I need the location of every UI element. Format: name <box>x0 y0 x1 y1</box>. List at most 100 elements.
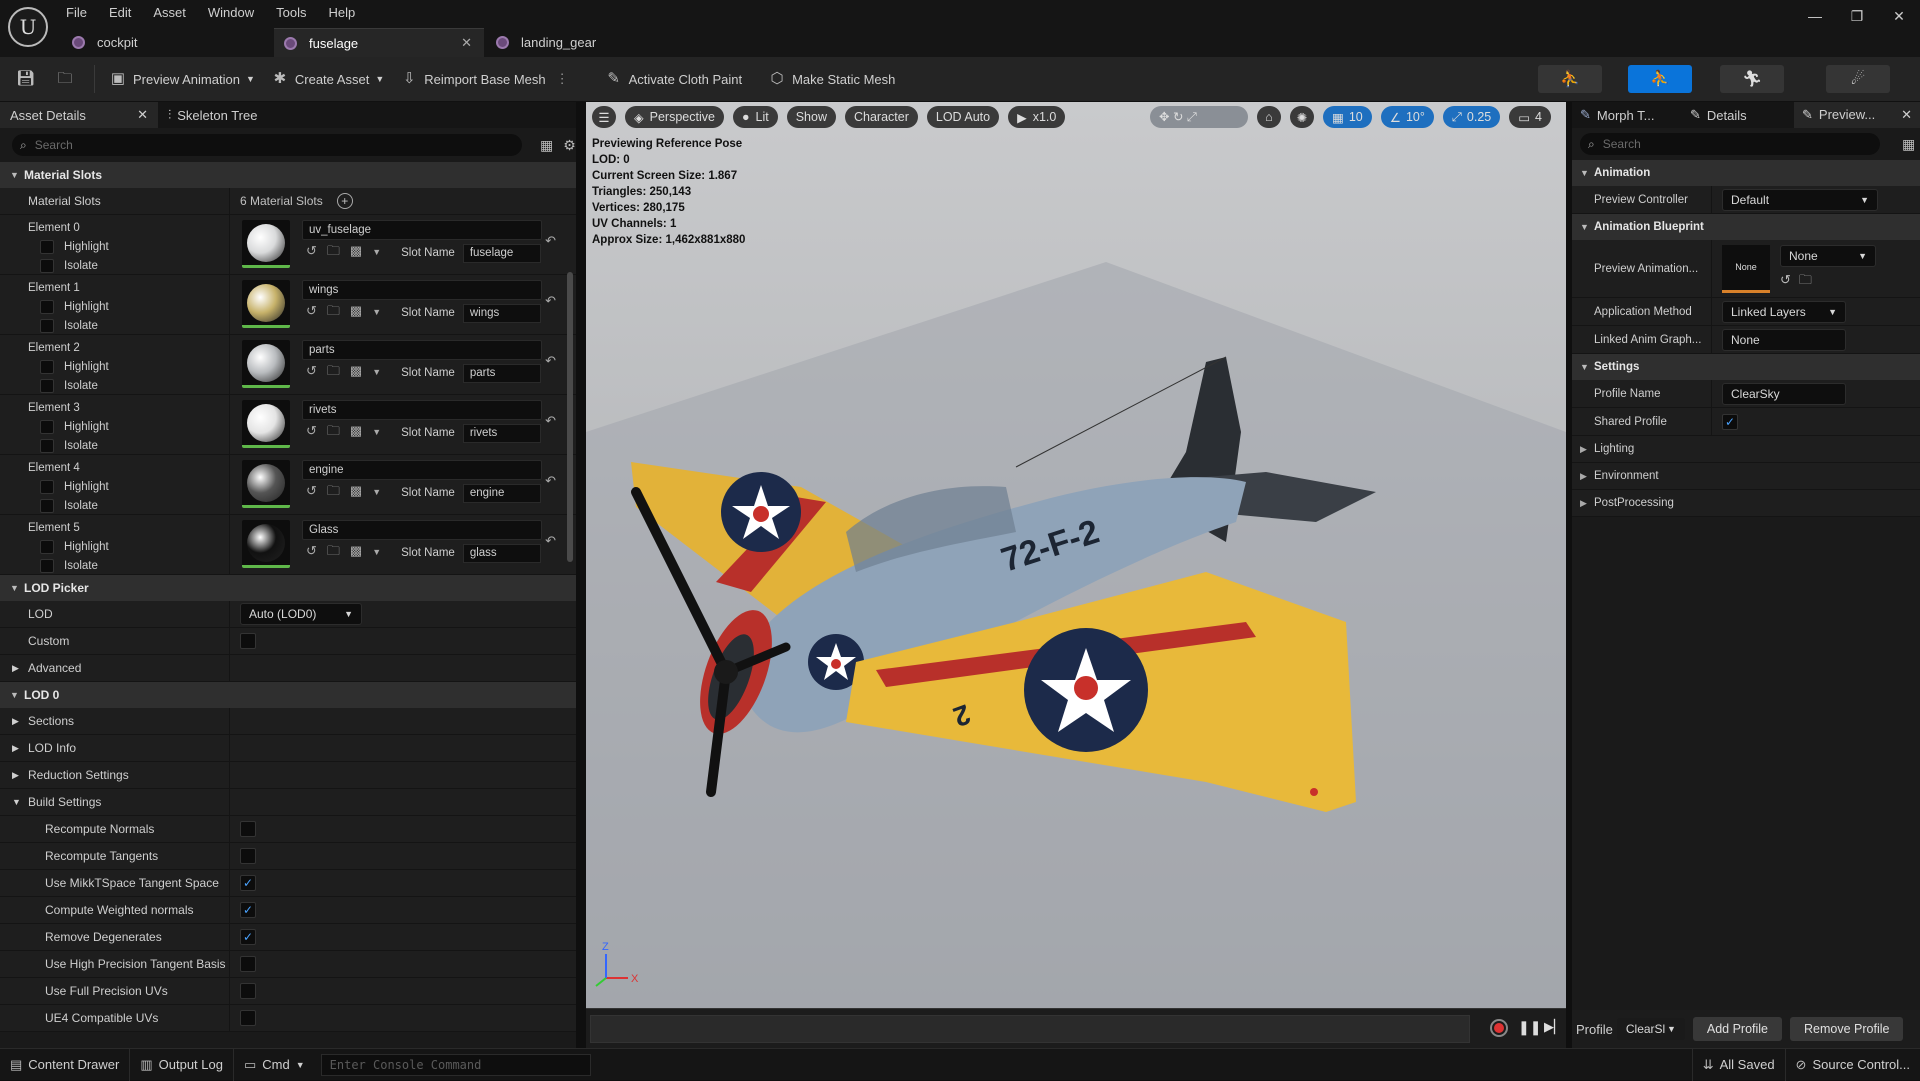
isolate-option[interactable]: Isolate <box>28 556 229 575</box>
save-button[interactable]: 💾︎ <box>0 57 48 102</box>
material-picker-icon[interactable]: ▩ <box>350 303 362 318</box>
preview-controller-select[interactable]: Default ▼ <box>1722 188 1878 211</box>
isolate-checkbox[interactable] <box>40 498 54 513</box>
gear-icon[interactable]: ⚙ <box>563 137 576 154</box>
highlight-option[interactable]: Highlight <box>28 237 229 256</box>
sections-row[interactable]: ▶ Sections <box>0 708 576 735</box>
table-view-icon[interactable]: ▦ <box>1902 136 1915 153</box>
postprocessing-row[interactable]: ▶ PostProcessing <box>1572 490 1920 517</box>
search-input[interactable]: ⌕ Search <box>1580 133 1880 155</box>
lod-info-row[interactable]: ▶ LOD Info <box>0 735 576 762</box>
isolate-checkbox[interactable] <box>40 318 54 333</box>
all-saved-button[interactable]: ⇊ All Saved <box>1691 1048 1786 1081</box>
use-selected-icon[interactable]: ↺ <box>306 363 317 378</box>
viewport[interactable]: 72-F-2 2 X Z ☰ ◈ Perspective ● Lit Show Ch… <box>586 102 1566 1008</box>
tab-cockpit[interactable]: cockpit <box>62 28 272 57</box>
reset-to-default-icon[interactable]: ↶ <box>545 233 556 249</box>
scale-snap-button[interactable]: ⤢ 0.25 <box>1442 106 1501 128</box>
perspective-button[interactable]: ◈ Perspective <box>625 106 724 128</box>
more-options-icon[interactable]: ⋮ <box>556 71 569 87</box>
build-setting-checkbox[interactable]: ✓ <box>240 875 256 891</box>
reset-to-default-icon[interactable]: ↶ <box>545 533 556 549</box>
menu-tools[interactable]: Tools <box>276 5 306 20</box>
close-icon[interactable]: ✕ <box>1901 107 1912 123</box>
highlight-option[interactable]: Highlight <box>28 477 229 496</box>
angle-snap-button[interactable]: ∠ 10° <box>1380 106 1434 128</box>
slot-name-input[interactable]: wings <box>462 303 541 323</box>
material-name-field[interactable]: parts <box>302 340 542 360</box>
application-method-select[interactable]: Linked Layers ▼ <box>1722 300 1846 323</box>
material-picker-icon[interactable]: ▩ <box>350 363 362 378</box>
source-control-button[interactable]: ⊘ Source Control... <box>1786 1049 1920 1081</box>
highlight-option[interactable]: Highlight <box>28 357 229 376</box>
output-log-button[interactable]: ▥ Output Log <box>130 1048 234 1081</box>
slot-name-input[interactable]: glass <box>462 543 541 563</box>
highlight-checkbox[interactable] <box>40 539 54 554</box>
browse-icon[interactable]: 🗀 <box>327 363 340 378</box>
material-name-field[interactable]: uv_fuselage <box>302 220 542 240</box>
material-name-field[interactable]: engine <box>302 460 542 480</box>
minimize-icon[interactable]: — <box>1794 8 1836 24</box>
menu-help[interactable]: Help <box>328 5 355 20</box>
use-selected-icon[interactable]: ↺ <box>1780 272 1791 287</box>
use-selected-icon[interactable]: ↺ <box>306 543 317 558</box>
camera-speed-button[interactable]: ▭ 4 <box>1509 106 1551 128</box>
tab-asset-details[interactable]: Asset Details ✕ <box>0 102 158 128</box>
character-button[interactable]: Character <box>844 106 918 128</box>
category-lod-picker[interactable]: ▼ LOD Picker <box>0 575 576 601</box>
preview-animation-select[interactable]: None ▼ <box>1780 244 1876 267</box>
use-selected-icon[interactable]: ↺ <box>306 243 317 258</box>
content-drawer-button[interactable]: ▤ Content Drawer <box>0 1048 131 1081</box>
surface-snap-button[interactable]: ⌂ <box>1257 106 1282 128</box>
category-lod0[interactable]: ▼ LOD 0 <box>0 682 576 708</box>
show-button[interactable]: Show <box>786 106 836 128</box>
reduction-settings-row[interactable]: ▶ Reduction Settings <box>0 762 576 789</box>
linked-anim-graph-field[interactable]: None <box>1722 328 1846 351</box>
lighting-row[interactable]: ▶ Lighting <box>1572 436 1920 463</box>
isolate-option[interactable]: Isolate <box>28 376 229 395</box>
use-selected-icon[interactable]: ↺ <box>306 483 317 498</box>
isolate-option[interactable]: Isolate <box>28 436 229 455</box>
browse-icon[interactable]: 🗀 <box>1799 272 1812 287</box>
isolate-option[interactable]: Isolate <box>28 496 229 515</box>
build-setting-checkbox[interactable]: ✓ <box>240 929 256 945</box>
material-thumbnail[interactable] <box>242 460 290 508</box>
highlight-checkbox[interactable] <box>40 239 54 254</box>
material-thumbnail[interactable] <box>242 400 290 448</box>
search-input[interactable]: ⌕ Search <box>12 134 522 156</box>
chevron-down-icon[interactable]: ▼ <box>372 307 381 317</box>
category-settings[interactable]: ▼ Settings <box>1572 354 1920 380</box>
make-static-mesh-button[interactable]: ⬡ Make Static Mesh <box>760 57 903 102</box>
environment-row[interactable]: ▶ Environment <box>1572 463 1920 490</box>
tab-skeleton-tree[interactable]: ⫶ Skeleton Tree <box>158 102 267 128</box>
build-settings-row[interactable]: ▼ Build Settings <box>0 789 576 816</box>
step-forward-icon[interactable]: ▶▏ <box>1544 1019 1564 1035</box>
tab-landing-gear[interactable]: landing_gear <box>486 28 608 57</box>
reset-to-default-icon[interactable]: ↶ <box>545 293 556 309</box>
isolate-checkbox[interactable] <box>40 378 54 393</box>
record-button[interactable] <box>1490 1019 1508 1037</box>
browse-icon[interactable]: 🗀 <box>327 243 340 258</box>
chevron-down-icon[interactable]: ▼ <box>372 367 381 377</box>
isolate-checkbox[interactable] <box>40 438 54 453</box>
mesh-mode-button[interactable]: ⛹ <box>1628 65 1692 93</box>
material-thumbnail[interactable] <box>242 220 290 268</box>
table-view-icon[interactable]: ▦ <box>540 137 553 154</box>
preview-animation-button[interactable]: ▣ Preview Animation ▼ <box>101 57 263 102</box>
material-picker-icon[interactable]: ▩ <box>350 543 362 558</box>
reset-to-default-icon[interactable]: ↶ <box>545 413 556 429</box>
build-setting-checkbox[interactable] <box>240 1010 256 1026</box>
build-setting-checkbox[interactable]: ✓ <box>240 902 256 918</box>
tab-fuselage[interactable]: fuselage ✕ <box>274 28 484 57</box>
material-picker-icon[interactable]: ▩ <box>350 423 362 438</box>
physics-mode-button[interactable]: ☄ <box>1826 65 1890 93</box>
playback-speed-button[interactable]: ▶ x1.0 <box>1008 106 1066 128</box>
slot-name-input[interactable]: rivets <box>462 423 541 443</box>
reimport-base-mesh-button[interactable]: ⇩ Reimport Base Mesh ⋮ <box>392 57 576 102</box>
transform-tools[interactable]: ✥ ↻ ⤢ <box>1150 106 1249 128</box>
slot-name-input[interactable]: engine <box>462 483 541 503</box>
lit-button[interactable]: ● Lit <box>732 106 778 128</box>
close-icon[interactable]: ✕ <box>137 107 148 123</box>
lod-select[interactable]: Auto (LOD0) ▼ <box>240 603 362 625</box>
reset-to-default-icon[interactable]: ↶ <box>545 473 556 489</box>
